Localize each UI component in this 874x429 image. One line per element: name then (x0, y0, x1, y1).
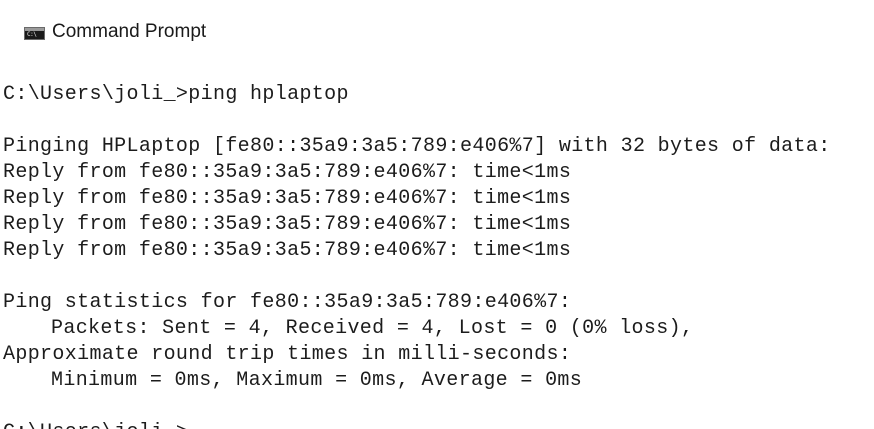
reply-line: Reply from fe80::35a9:3a5:789:e406%7: ti… (3, 239, 572, 262)
cmd-icon: C:\ (24, 27, 45, 40)
command-prompt-window: C:\ Command Prompt C:\Users\joli_>ping h… (0, 0, 874, 429)
rtt-header-line: Approximate round trip times in milli-se… (3, 343, 572, 366)
stats-header-line: Ping statistics for fe80::35a9:3a5:789:e… (3, 291, 572, 314)
rtt-values-line: Minimum = 0ms, Maximum = 0ms, Average = … (51, 369, 583, 392)
pinging-line: Pinging HPLaptop [fe80::35a9:3a5:789:e40… (3, 135, 831, 158)
console-output[interactable]: C:\Users\joli_>ping hplaptop Pinging HPL… (3, 82, 874, 429)
cmd-icon-glyph: C:\ (27, 31, 37, 38)
command-line: C:\Users\joli_>ping hplaptop (3, 83, 349, 106)
title-bar[interactable]: C:\ Command Prompt (0, 0, 874, 64)
packets-line: Packets: Sent = 4, Received = 4, Lost = … (51, 317, 694, 340)
window-title: Command Prompt (52, 21, 207, 42)
prompt-line[interactable]: C:\Users\joli_> (3, 420, 874, 429)
reply-line: Reply from fe80::35a9:3a5:789:e406%7: ti… (3, 213, 572, 236)
reply-line: Reply from fe80::35a9:3a5:789:e406%7: ti… (3, 187, 572, 210)
reply-line: Reply from fe80::35a9:3a5:789:e406%7: ti… (3, 161, 572, 184)
